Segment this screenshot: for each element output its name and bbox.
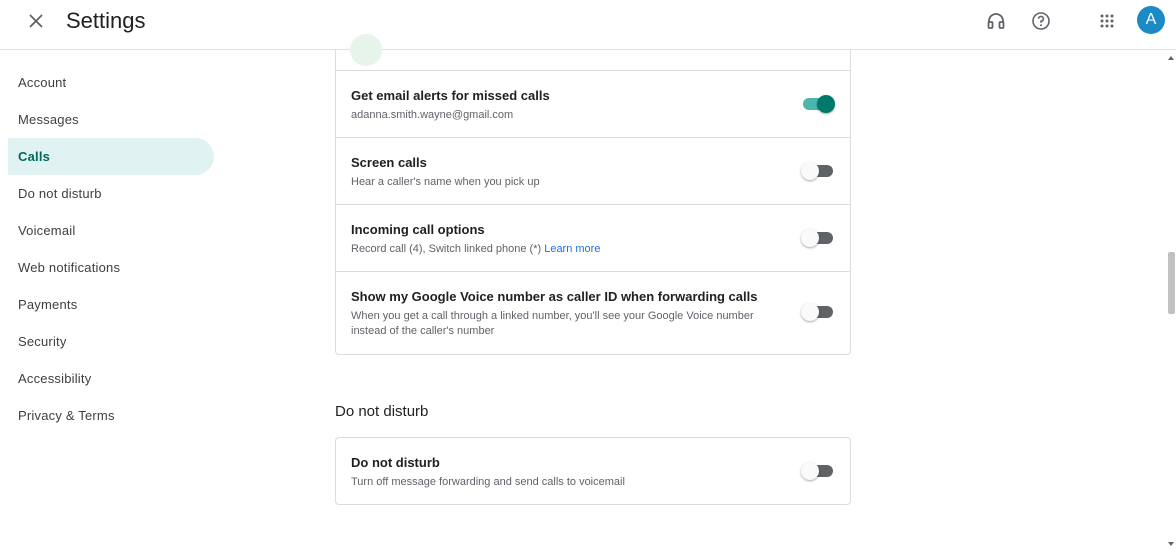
setting-title: Get email alerts for missed calls: [351, 88, 550, 103]
sidebar-item-do-not-disturb[interactable]: Do not disturb: [0, 175, 230, 212]
page-scrollbar[interactable]: [1167, 50, 1176, 550]
setting-subtitle-text: Record call (4), Switch linked phone (*): [351, 243, 542, 255]
scroll-thumb[interactable]: [1168, 252, 1175, 314]
setting-row-screen-calls: Screen calls Hear a caller's name when y…: [336, 138, 850, 205]
learn-more-link[interactable]: Learn more: [544, 243, 600, 255]
sidebar-item-privacy-terms[interactable]: Privacy & Terms: [0, 397, 230, 434]
setting-title: Show my Google Voice number as caller ID…: [351, 289, 758, 304]
setting-row-incoming-call-options: Incoming call options Record call (4), S…: [336, 205, 850, 272]
do-not-disturb-toggle[interactable]: [801, 461, 835, 481]
sidebar-item-payments[interactable]: Payments: [0, 286, 230, 323]
setting-row-do-not-disturb: Do not disturb Turn off message forwardi…: [336, 438, 850, 504]
setting-row-caller-id: Show my Google Voice number as caller ID…: [336, 272, 850, 354]
help-icon[interactable]: [1029, 9, 1053, 33]
setting-subtitle: adanna.smith.wayne@gmail.com: [351, 109, 514, 121]
setting-subtitle: Record call (4), Switch linked phone (*)…: [351, 242, 760, 257]
app-header: Settings A: [0, 0, 1176, 50]
screen-calls-toggle[interactable]: [801, 161, 835, 181]
apps-grid-icon[interactable]: [1095, 9, 1119, 33]
sidebar-item-calls[interactable]: Calls: [8, 138, 214, 175]
avatar[interactable]: A: [1137, 6, 1165, 34]
setting-title: Do not disturb: [351, 455, 440, 470]
do-not-disturb-card: Do not disturb Turn off message forwardi…: [335, 437, 851, 505]
partial-icon-circle: [350, 34, 382, 66]
settings-main: Get email alerts for missed calls adanna…: [335, 34, 851, 505]
settings-sidebar: Account Messages Calls Do not disturb Vo…: [0, 64, 230, 434]
card-top-remnant: [336, 34, 850, 71]
setting-title: Screen calls: [351, 155, 427, 170]
close-icon[interactable]: [24, 9, 48, 33]
setting-title: Incoming call options: [351, 222, 485, 237]
setting-row-email-alerts: Get email alerts for missed calls adanna…: [336, 71, 850, 138]
caller-id-toggle[interactable]: [801, 302, 835, 322]
email-alerts-toggle[interactable]: [801, 94, 835, 114]
sidebar-item-voicemail[interactable]: Voicemail: [0, 212, 230, 249]
scroll-down-arrow-icon[interactable]: [1168, 542, 1174, 546]
sidebar-item-messages[interactable]: Messages: [0, 101, 230, 138]
sidebar-item-account[interactable]: Account: [0, 64, 230, 101]
sidebar-item-security[interactable]: Security: [0, 323, 230, 360]
sidebar-item-web-notifications[interactable]: Web notifications: [0, 249, 230, 286]
incoming-call-options-toggle[interactable]: [801, 228, 835, 248]
page-title: Settings: [66, 8, 146, 33]
setting-subtitle: Turn off message forwarding and send cal…: [351, 476, 625, 488]
scroll-up-arrow-icon[interactable]: [1168, 56, 1174, 60]
setting-subtitle: Hear a caller's name when you pick up: [351, 176, 540, 188]
sidebar-item-accessibility[interactable]: Accessibility: [0, 360, 230, 397]
section-title-do-not-disturb: Do not disturb: [335, 403, 429, 420]
setting-subtitle: When you get a call through a linked num…: [351, 310, 754, 337]
calls-settings-card: Get email alerts for missed calls adanna…: [335, 34, 851, 355]
headset-icon[interactable]: [984, 9, 1008, 33]
